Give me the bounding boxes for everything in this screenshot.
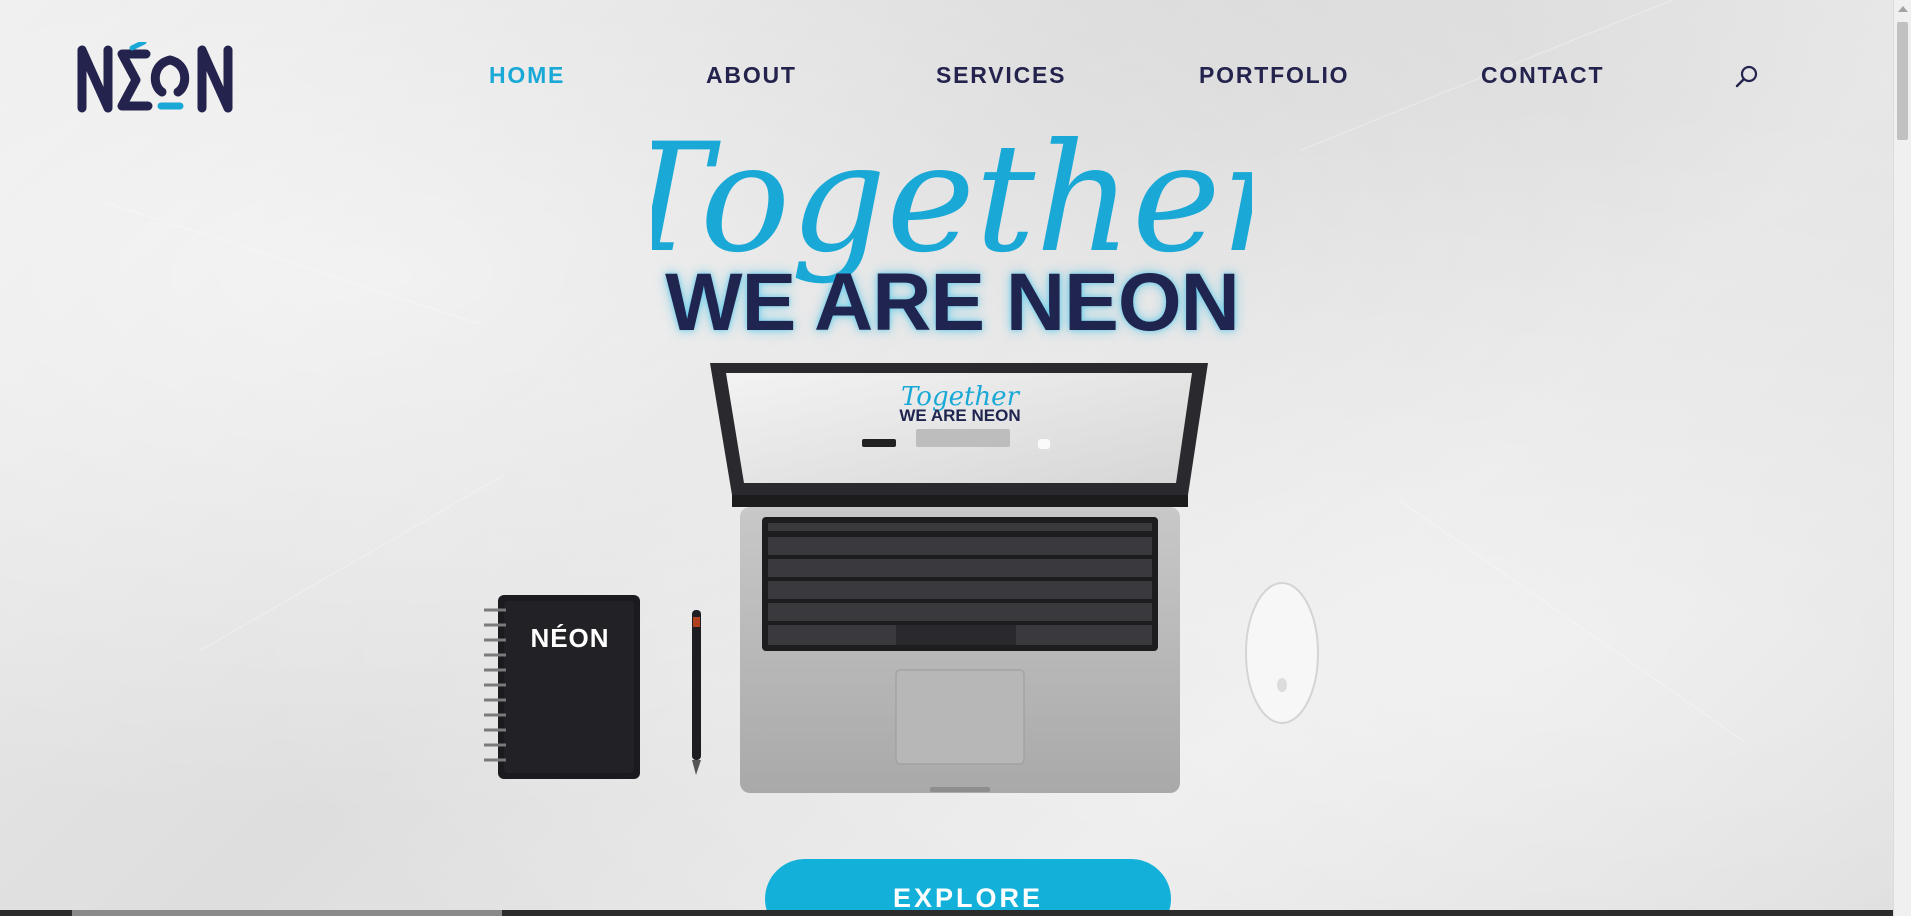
main-nav: HOME ABOUT SERVICES PORTFOLIO CONTACT [0,62,1893,92]
pen [692,610,701,775]
paper-texture [1399,500,1745,742]
vertical-scrollbar[interactable] [1893,0,1911,916]
hero-title: WE ARE NEON [665,257,1240,348]
mouse [1245,582,1319,724]
paper-texture [99,200,481,325]
nav-about[interactable]: ABOUT [706,62,797,89]
scroll-up-arrow-icon[interactable] [1898,6,1908,12]
screen-title: WE ARE NEON [899,406,1020,425]
notebook: NÉON [484,595,640,779]
nav-contact[interactable]: CONTACT [1481,62,1604,89]
explore-button[interactable]: EXPLORE [765,859,1171,916]
notebook-logo: NÉON [530,623,609,653]
search-icon[interactable] [1734,64,1760,90]
nav-home[interactable]: HOME [489,62,565,89]
bottom-bar-segment [72,910,502,916]
paper-texture [200,475,504,651]
nav-portfolio[interactable]: PORTFOLIO [1199,62,1349,89]
bottom-bar [0,910,1893,916]
desk-scene-image: NÉON Together WE ARE NEON [484,363,1319,793]
page-background: HOME ABOUT SERVICES PORTFOLIO CONTACT To… [0,0,1893,916]
nav-services[interactable]: SERVICES [936,62,1066,89]
laptop: Together WE ARE NEON [710,363,1208,793]
scroll-thumb[interactable] [1897,22,1908,140]
